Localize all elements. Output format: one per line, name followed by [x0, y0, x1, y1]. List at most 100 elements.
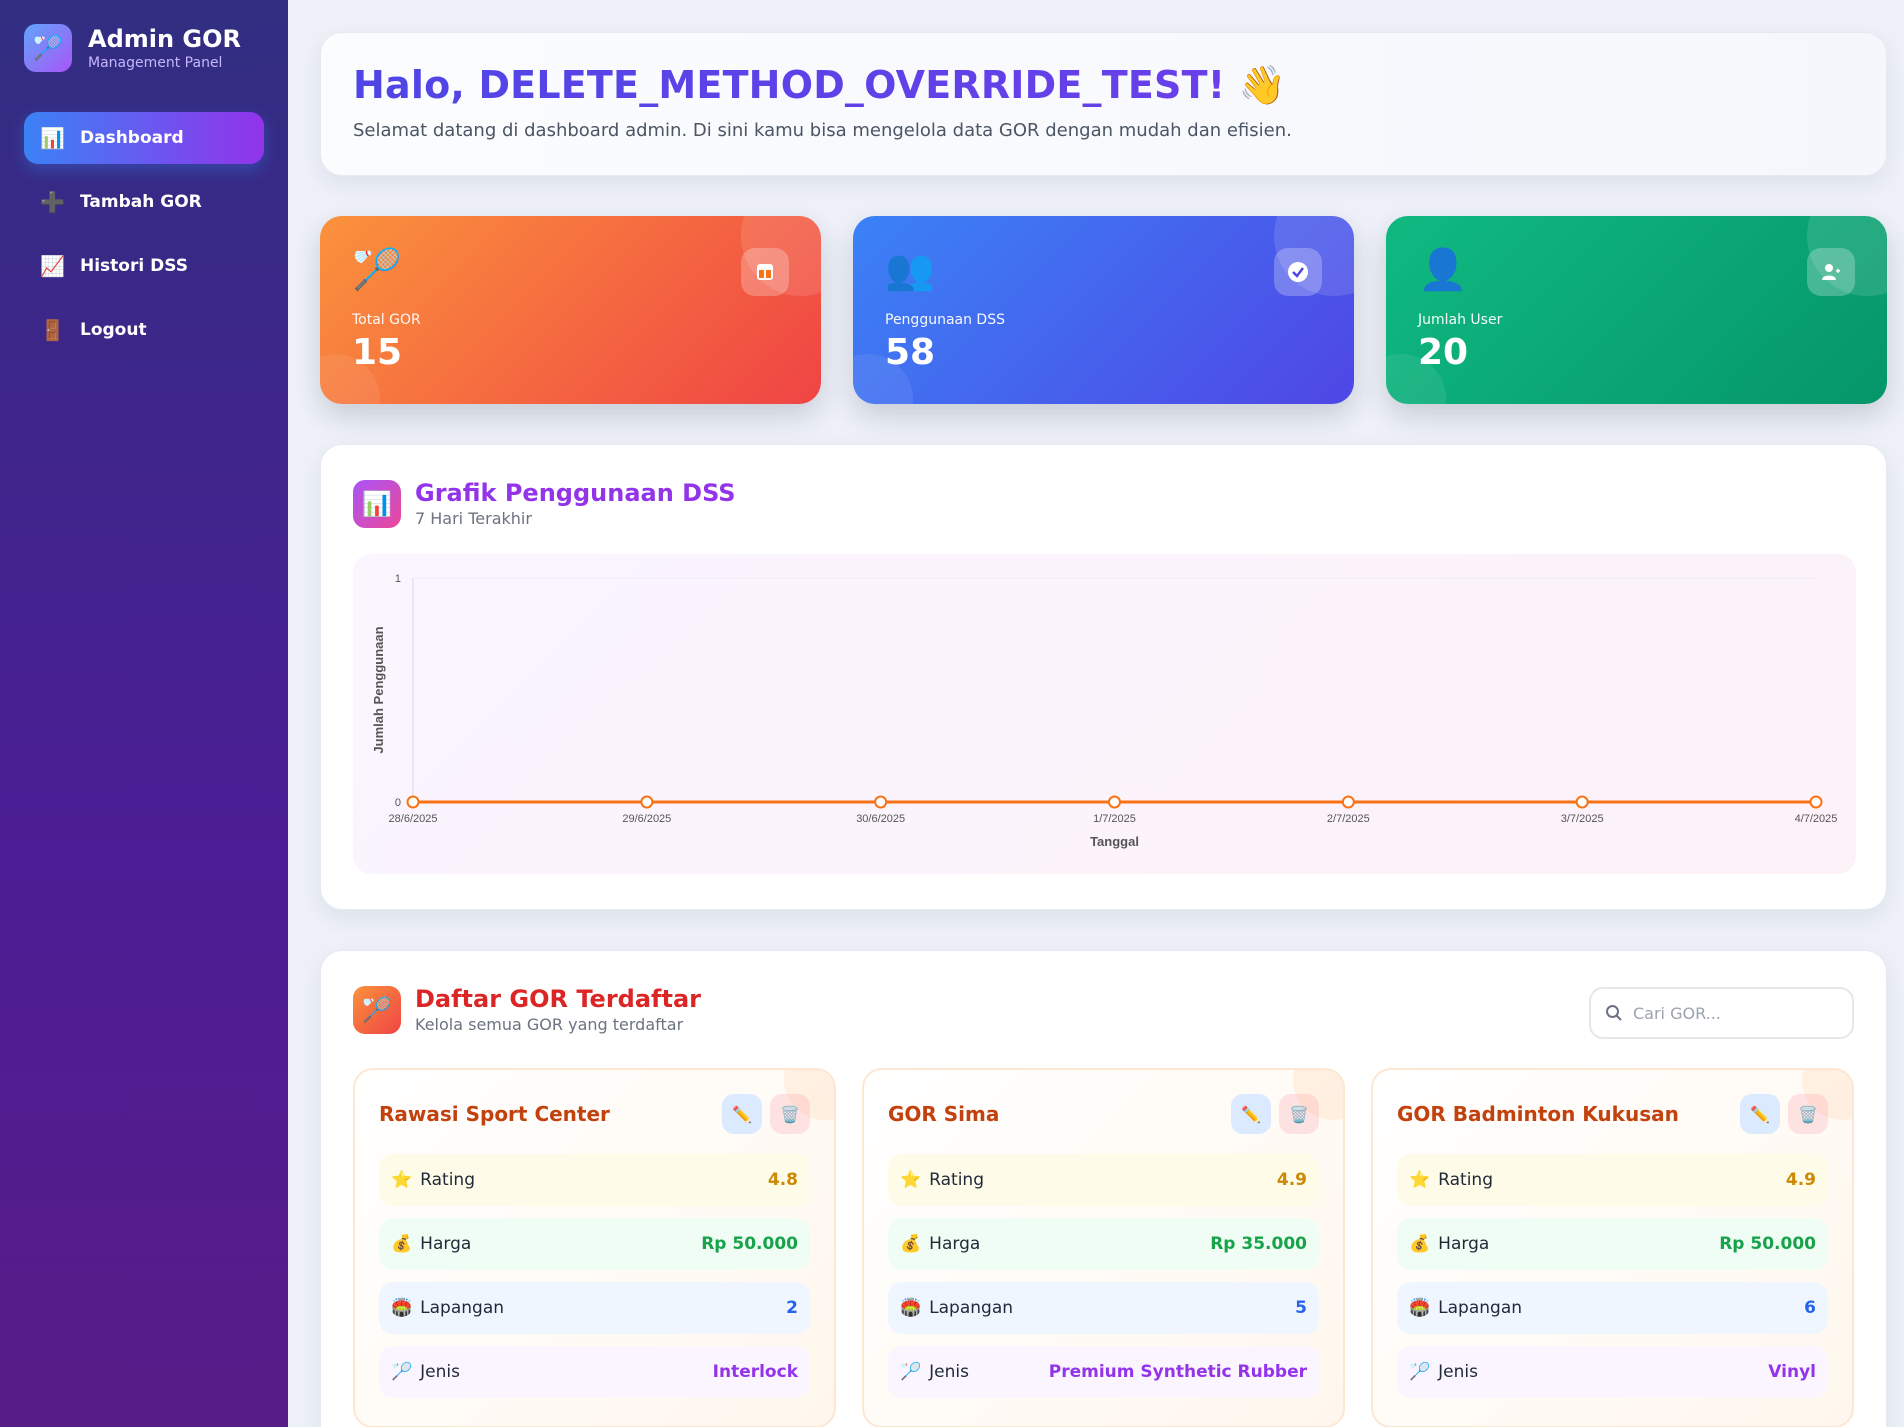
gor-name: GOR Badminton Kukusan	[1397, 1102, 1679, 1126]
stat-card-penggunaan-dss: 👥 Penggunaan DSS 58	[853, 216, 1354, 404]
stat-label: Penggunaan DSS	[885, 312, 1005, 328]
data-point	[1108, 795, 1121, 809]
x-tick-label: 29/6/2025	[622, 813, 671, 825]
y-tick-label: 1	[395, 573, 401, 585]
gor-lapangan-row: 🏟️ Lapangan 5	[888, 1282, 1319, 1334]
welcome-card: Halo, DELETE_METHOD_OVERRIDE_TEST! 👋 Sel…	[320, 32, 1887, 176]
gor-lapangan-row: 🏟️ Lapangan 6	[1397, 1282, 1828, 1334]
y-axis-label: Jumlah Penggunaan	[371, 626, 386, 753]
star-icon: ⭐	[391, 1170, 413, 1190]
sidebar-item-label: Logout	[80, 320, 147, 340]
gor-jenis-row: 🏸 Jenis Premium Synthetic Rubber	[888, 1346, 1319, 1398]
sidebar-item-histori-dss[interactable]: 📈 Histori DSS	[24, 240, 264, 292]
data-point	[1341, 795, 1355, 809]
gor-harga-row: 💰 Harga Rp 50.000	[379, 1218, 810, 1270]
x-axis-label: Tanggal	[1090, 834, 1139, 849]
stat-label: Jumlah User	[1418, 312, 1503, 328]
x-tick-label: 30/6/2025	[856, 813, 905, 825]
bar-chart-icon: 📊	[353, 479, 401, 528]
stat-label: Total GOR	[352, 312, 421, 328]
gor-jenis-row: 🏸 Jenis Interlock	[379, 1346, 810, 1398]
gor-jenis-row: 🏸 Jenis Vinyl	[1397, 1346, 1828, 1398]
x-tick-label: 4/7/2025	[1795, 813, 1838, 825]
data-point	[1575, 795, 1589, 809]
main-content: Halo, DELETE_METHOD_OVERRIDE_TEST! 👋 Sel…	[320, 32, 1887, 1427]
gor-harga-row: 💰 Harga Rp 50.000	[1397, 1218, 1828, 1270]
gor-rating-row: ⭐ Rating 4.9	[888, 1154, 1319, 1206]
stat-value: 58	[885, 332, 936, 373]
gor-name: GOR Sima	[888, 1102, 1000, 1126]
gor-rating-row: ⭐ Rating 4.9	[1397, 1154, 1828, 1206]
star-icon: ⭐	[1409, 1170, 1431, 1190]
welcome-text: Selamat datang di dashboard admin. Di si…	[353, 120, 1292, 141]
search-input[interactable]	[1633, 1003, 1833, 1023]
user-add-icon	[1807, 248, 1855, 296]
pencil-icon: ✏️	[1241, 1104, 1261, 1124]
x-tick-label: 1/7/2025	[1093, 813, 1136, 825]
chart-title: Grafik Penggunaan DSS	[415, 479, 736, 507]
stats-row: 🏸 Total GOR 15 👥 Penggunaan DSS 58 👤 Jum…	[320, 216, 1887, 404]
chart-subtitle: 7 Hari Terakhir	[415, 509, 532, 528]
stadium-icon: 🏟️	[1409, 1298, 1431, 1318]
gor-card: GOR Sima ✏️ 🗑️ ⭐ Rating 4.9 💰 Harga Rp 35.00…	[862, 1068, 1345, 1427]
pencil-icon: ✏️	[732, 1104, 752, 1124]
gor-card: GOR Badminton Kukusan ✏️ 🗑️ ⭐ Rating 4.9 💰…	[1371, 1068, 1854, 1427]
sidebar-item-dashboard[interactable]: 📊 Dashboard	[24, 112, 264, 164]
search-box[interactable]	[1589, 987, 1854, 1039]
edit-button[interactable]: ✏️	[1231, 1094, 1271, 1134]
gor-lapangan-row: 🏟️ Lapangan 2	[379, 1282, 810, 1334]
racket-icon: 🏸	[1409, 1362, 1431, 1382]
sidebar: 🏸 Admin GOR Management Panel 📊 Dashboard…	[0, 0, 288, 1427]
x-tick-label: 3/7/2025	[1561, 813, 1604, 825]
stadium-icon: 🏟️	[900, 1298, 922, 1318]
sidebar-item-label: Tambah GOR	[80, 192, 202, 212]
stat-card-total-gor: 🏸 Total GOR 15	[320, 216, 821, 404]
waving-hand-icon: 👋	[1238, 63, 1287, 107]
sidebar-item-logout[interactable]: 🚪 Logout	[24, 304, 264, 356]
gor-harga-row: 💰 Harga Rp 35.000	[888, 1218, 1319, 1270]
data-point	[1809, 795, 1823, 809]
edit-button[interactable]: ✏️	[1740, 1094, 1780, 1134]
sidebar-item-label: Histori DSS	[80, 256, 188, 276]
data-point	[406, 795, 420, 809]
racket-icon: 🏸	[900, 1362, 922, 1382]
sidebar-nav: 📊 Dashboard ➕ Tambah GOR 📈 Histori DSS 🚪…	[24, 112, 264, 356]
brand-title: Admin GOR	[88, 25, 242, 53]
y-tick-label: 0	[395, 797, 401, 809]
gor-list-card: 🏸 Daftar GOR Terdaftar Kelola semua GOR …	[320, 950, 1887, 1427]
brand-subtitle: Management Panel	[88, 55, 223, 71]
line-chart: 0 1 28/6/2025 29/6/2025 30/6/2025 1/7/2025 2/7…	[371, 573, 1838, 849]
sidebar-item-tambah-gor[interactable]: ➕ Tambah GOR	[24, 176, 264, 228]
racket-icon: 🏸	[353, 985, 401, 1034]
chart-area: 0 1 28/6/2025 29/6/2025 30/6/2025 1/7/2025 2/7…	[353, 554, 1856, 874]
money-bag-icon: 💰	[900, 1234, 922, 1254]
page-title: Halo, DELETE_METHOD_OVERRIDE_TEST! 👋	[353, 63, 1854, 108]
x-tick-label: 28/6/2025	[389, 813, 438, 825]
users-icon: 👥	[885, 247, 935, 293]
stat-card-jumlah-user: 👤 Jumlah User 20	[1386, 216, 1887, 404]
gor-rating-row: ⭐ Rating 4.8	[379, 1154, 810, 1206]
racket-icon: 🏸	[352, 247, 402, 293]
gor-card: Rawasi Sport Center ✏️ 🗑️ ⭐ Rating 4.8 💰 Ha…	[353, 1068, 836, 1427]
check-circle-icon	[1274, 248, 1322, 296]
chart-card: 📊 Grafik Penggunaan DSS 7 Hari Terakhir …	[320, 444, 1887, 910]
stat-value: 20	[1418, 332, 1469, 373]
gor-list-title: Daftar GOR Terdaftar	[415, 985, 701, 1013]
edit-button[interactable]: ✏️	[722, 1094, 762, 1134]
gor-grid: Rawasi Sport Center ✏️ 🗑️ ⭐ Rating 4.8 💰 Ha…	[353, 1068, 1854, 1427]
gor-list-subtitle: Kelola semua GOR yang terdaftar	[415, 1015, 684, 1034]
building-icon	[741, 248, 789, 296]
user-icon: 👤	[1418, 247, 1468, 293]
gor-name: Rawasi Sport Center	[379, 1102, 610, 1126]
chart-header: 📊 Grafik Penggunaan DSS 7 Hari Terakhir	[353, 479, 1854, 528]
door-icon: 🚪	[40, 318, 65, 342]
plus-icon: ➕	[40, 190, 65, 214]
star-icon: ⭐	[900, 1170, 922, 1190]
money-bag-icon: 💰	[1409, 1234, 1431, 1254]
sidebar-item-label: Dashboard	[80, 128, 184, 148]
pencil-icon: ✏️	[1750, 1104, 1770, 1124]
search-icon	[1606, 1005, 1622, 1021]
data-point	[874, 795, 888, 809]
racket-icon: 🏸	[391, 1362, 413, 1382]
bar-chart-icon: 📊	[40, 126, 65, 150]
